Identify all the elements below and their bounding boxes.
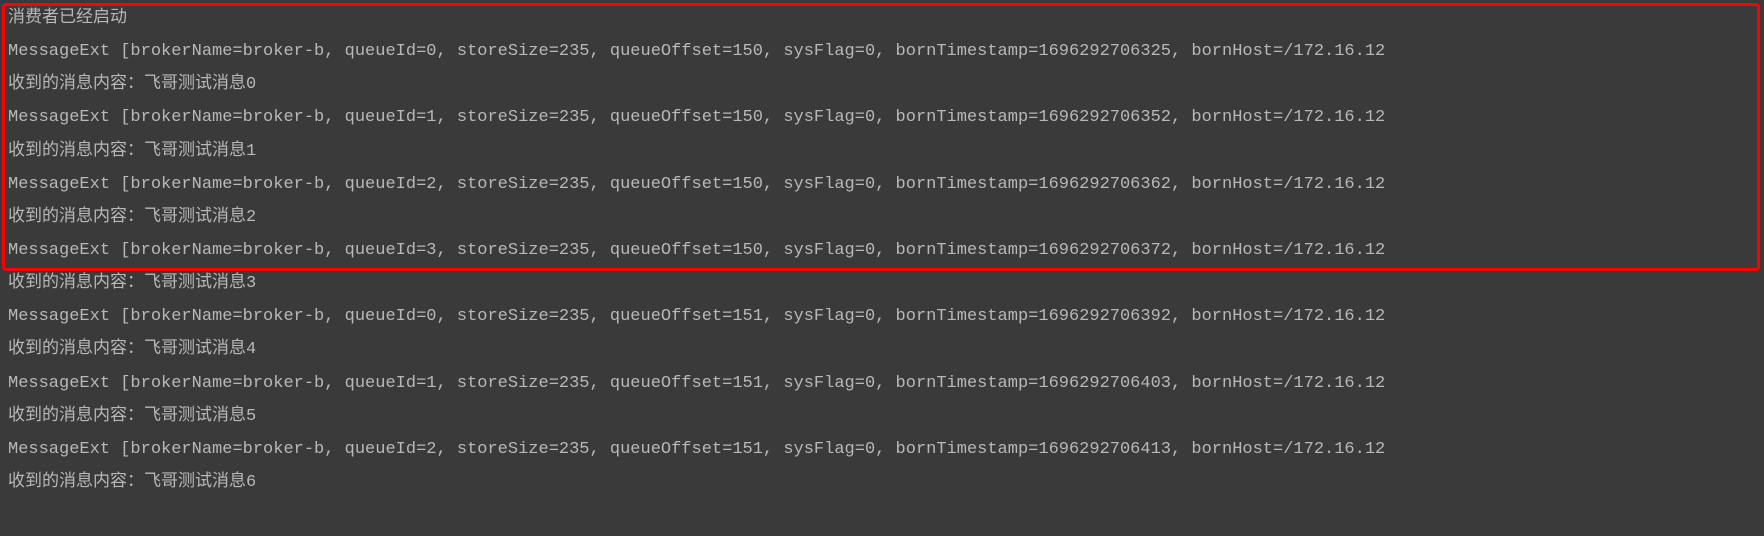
log-line: MessageExt [brokerName=broker-b, queueId… xyxy=(8,101,1756,134)
log-line: 收到的消息内容：飞哥测试消息0 xyxy=(8,68,1756,101)
log-line: 收到的消息内容：飞哥测试消息4 xyxy=(8,333,1756,366)
log-line: MessageExt [brokerName=broker-b, queueId… xyxy=(8,367,1756,400)
log-line: MessageExt [brokerName=broker-b, queueId… xyxy=(8,300,1756,333)
log-line: MessageExt [brokerName=broker-b, queueId… xyxy=(8,433,1756,466)
console-output: 消费者已经启动 MessageExt [brokerName=broker-b,… xyxy=(0,0,1764,501)
log-line: 消费者已经启动 xyxy=(8,2,1756,35)
log-line: 收到的消息内容：飞哥测试消息1 xyxy=(8,135,1756,168)
log-line: 收到的消息内容：飞哥测试消息3 xyxy=(8,267,1756,300)
log-line: 收到的消息内容：飞哥测试消息5 xyxy=(8,400,1756,433)
log-line: MessageExt [brokerName=broker-b, queueId… xyxy=(8,35,1756,68)
log-line: 收到的消息内容：飞哥测试消息2 xyxy=(8,201,1756,234)
log-line: MessageExt [brokerName=broker-b, queueId… xyxy=(8,234,1756,267)
log-line: 收到的消息内容：飞哥测试消息6 xyxy=(8,466,1756,499)
log-line: MessageExt [brokerName=broker-b, queueId… xyxy=(8,168,1756,201)
